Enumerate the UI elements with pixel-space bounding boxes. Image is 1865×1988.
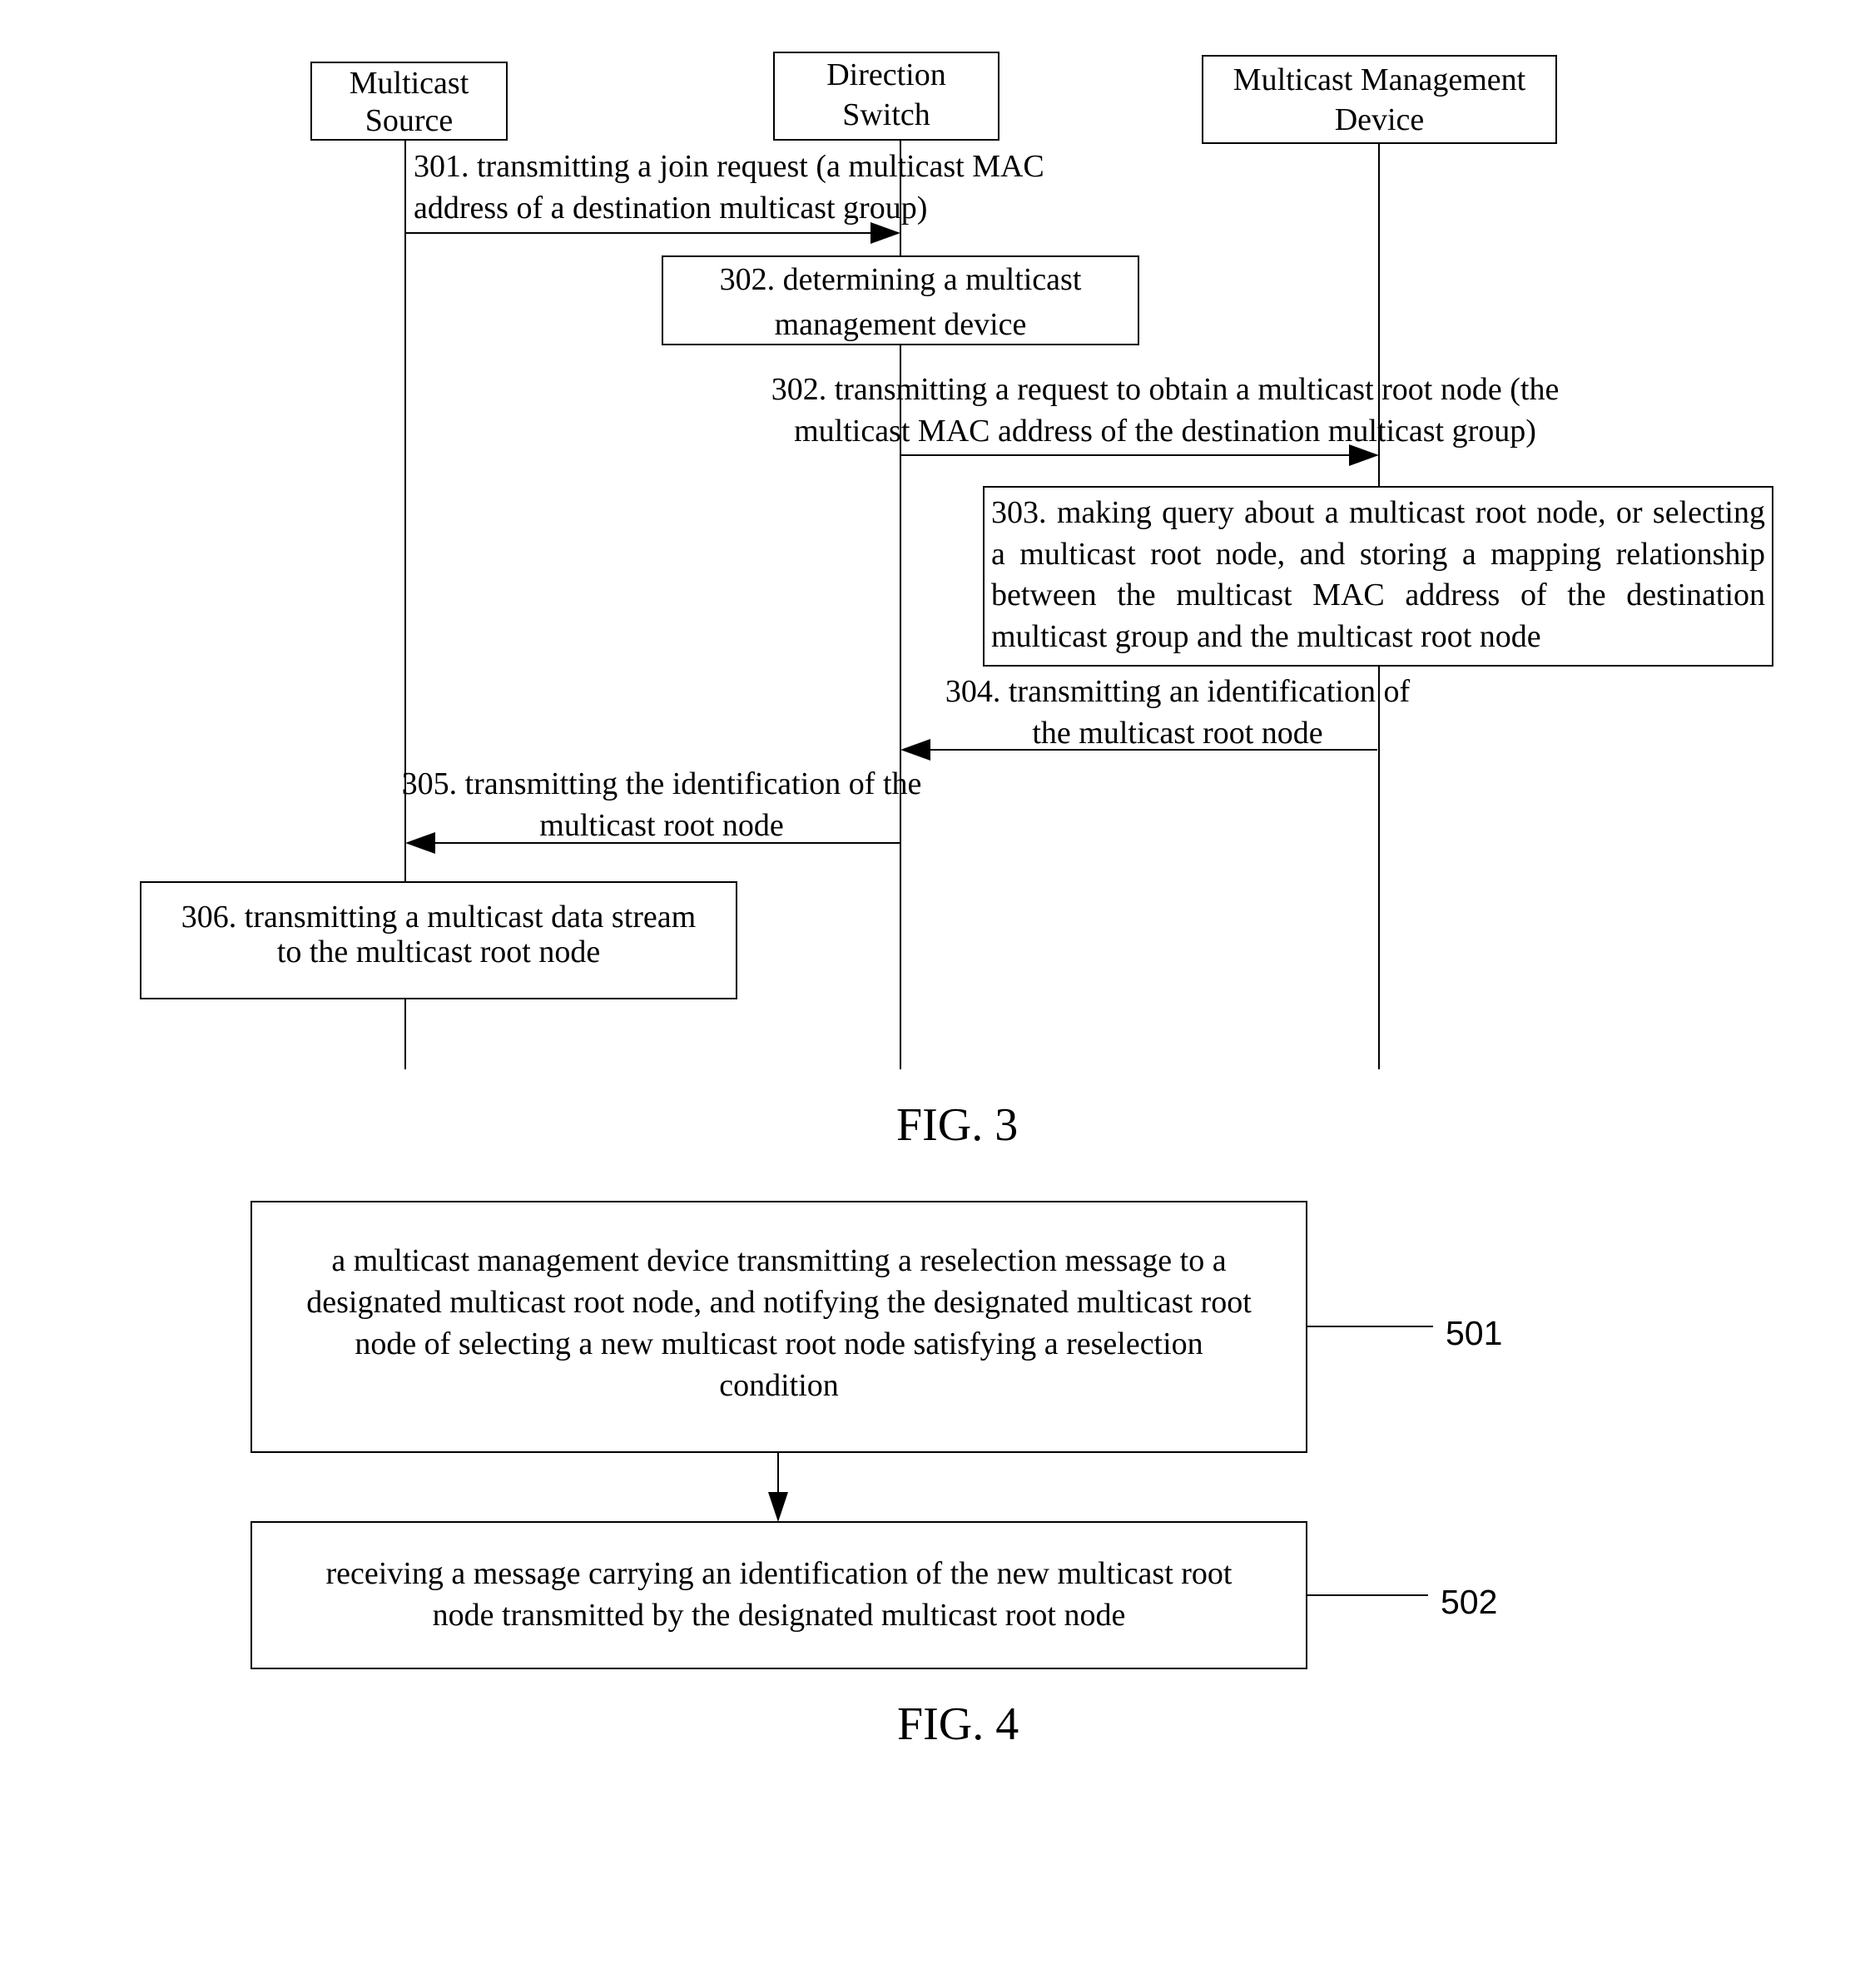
step-line: node transmitted by the designated multi… <box>432 1598 1126 1633</box>
arrowhead-right-icon <box>1349 444 1379 466</box>
message-302-label: 302. transmitting a request to obtain a … <box>724 369 1606 452</box>
participant-direction-switch: Direction Switch <box>773 52 999 141</box>
message-line: multicast root node <box>539 808 784 843</box>
message-304-label: 304. transmitting an identification of t… <box>915 671 1440 754</box>
flow-arrow-line <box>777 1452 779 1494</box>
message-line: the multicast root node <box>1032 716 1323 751</box>
step-502-text: receiving a message carrying an identifi… <box>252 1553 1306 1636</box>
step-line: a multicast management device transmitti… <box>331 1243 1227 1278</box>
step-306-text: 306. transmitting a multicast data strea… <box>141 900 736 969</box>
participant-label-line: Device <box>1334 102 1425 137</box>
step-501-leader-line <box>1307 1326 1433 1327</box>
participant-multicast-source: Multicast Source <box>310 62 508 141</box>
step-line: 302. determining a multicast <box>719 262 1082 297</box>
step-line: node of selecting a new multicast root n… <box>355 1326 1203 1361</box>
arrowhead-left-icon <box>900 739 930 761</box>
step-line: management device <box>774 307 1027 342</box>
fig3-caption: FIG. 3 <box>896 1099 1019 1151</box>
step-502-box: receiving a message carrying an identifi… <box>250 1521 1307 1669</box>
message-301-label: 301. transmitting a join request (a mult… <box>414 146 1044 229</box>
message-line: 302. transmitting a request to obtain a … <box>771 372 1560 407</box>
message-line: 304. transmitting an identification of <box>945 674 1411 709</box>
participant-label-line: Direction <box>826 57 946 92</box>
step-line: designated multicast root node, and noti… <box>306 1285 1252 1320</box>
step-306-box: 306. transmitting a multicast data strea… <box>140 881 737 999</box>
message-line: multicast MAC address of the destination… <box>794 414 1536 449</box>
step-303-box: 303. making query about a multicast root… <box>983 486 1773 667</box>
fig4-caption: FIG. 4 <box>897 1698 1019 1750</box>
message-line: 305. transmitting the identification of … <box>401 766 922 801</box>
message-304-arrow-line <box>929 749 1377 751</box>
step-302-determining-box: 302. determining a multicast management … <box>662 255 1139 345</box>
message-305-label: 305. transmitting the identification of … <box>358 763 965 846</box>
arrowhead-right-icon <box>870 222 900 244</box>
step-501-text: a multicast management device transmitti… <box>252 1240 1306 1406</box>
step-302-text: 302. determining a multicast management … <box>663 257 1138 347</box>
participant-label-line: Switch <box>842 97 930 132</box>
step-line: to the multicast root node <box>276 935 601 969</box>
step-line: condition <box>719 1368 839 1403</box>
message-line: address of a destination multicast group… <box>414 191 928 226</box>
message-302-arrow-line <box>900 454 1350 456</box>
participant-label-line: Multicast <box>349 66 469 101</box>
arrowhead-down-icon <box>768 1492 788 1522</box>
step-line: 306. transmitting a multicast data strea… <box>181 900 697 935</box>
step-501-box: a multicast management device transmitti… <box>250 1201 1307 1453</box>
step-502-leader-line <box>1307 1594 1428 1596</box>
message-305-arrow-line <box>434 842 900 844</box>
participant-multicast-management-device: Multicast Management Device <box>1202 55 1557 144</box>
step-303-text: 303. making query about a multicast root… <box>991 495 1765 654</box>
step-501-ref-number: 501 <box>1446 1314 1503 1352</box>
arrowhead-left-icon <box>405 832 435 854</box>
participant-label-line: Source <box>365 103 454 138</box>
participant-label-line: Multicast Management <box>1233 62 1526 97</box>
message-301-arrow-line <box>405 232 871 234</box>
step-line: receiving a message carrying an identifi… <box>325 1556 1233 1591</box>
message-line: 301. transmitting a join request (a mult… <box>414 149 1044 184</box>
step-502-ref-number: 502 <box>1441 1583 1498 1621</box>
